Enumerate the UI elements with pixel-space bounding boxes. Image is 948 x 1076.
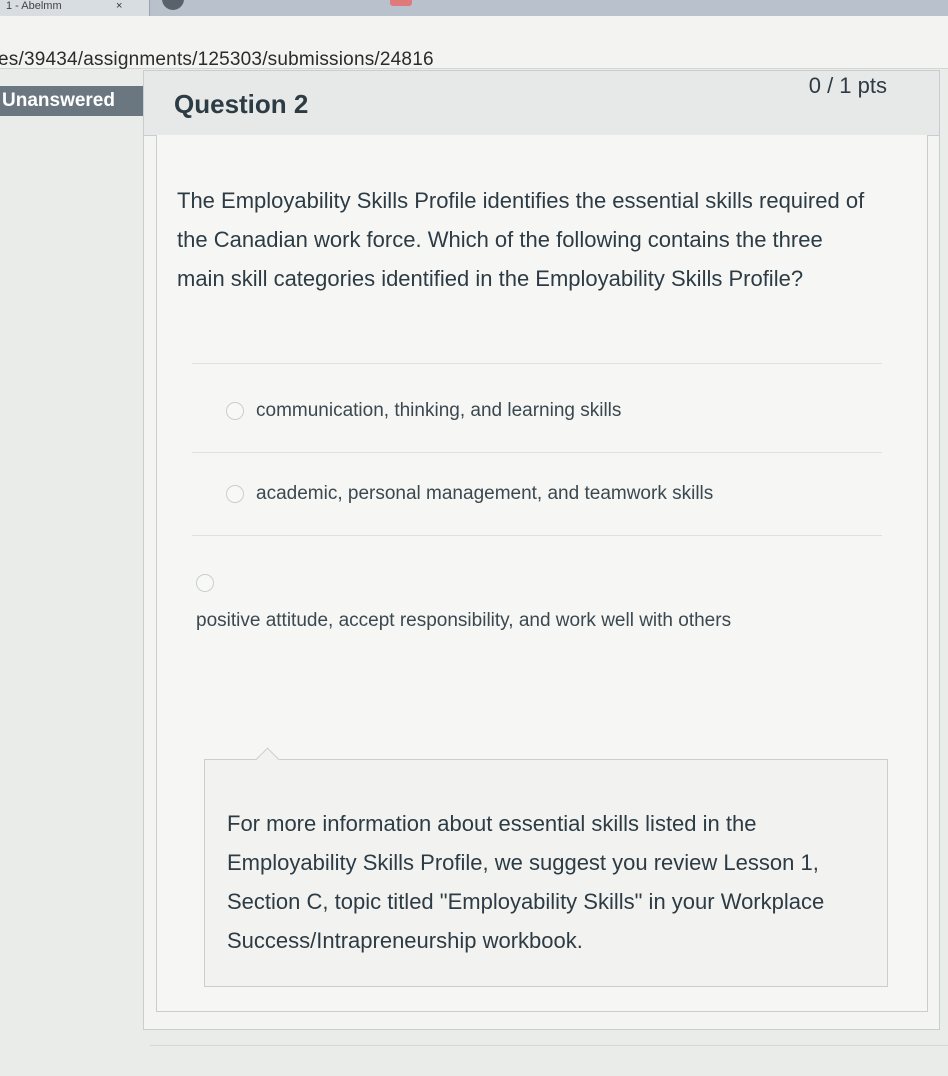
radio-button[interactable] xyxy=(196,574,214,592)
browser-tab[interactable]: 1 - Abelmm × xyxy=(0,0,150,16)
url-text[interactable]: es/39434/assignments/125303/submissions/… xyxy=(0,49,434,71)
answer-list: communication, thinking, and learning sk… xyxy=(192,363,882,640)
answer-option-1[interactable]: communication, thinking, and learning sk… xyxy=(192,364,882,452)
question-text: The Employability Skills Profile identif… xyxy=(177,188,865,291)
tab-close-icon[interactable]: × xyxy=(116,0,122,12)
question-points: 0 / 1 pts xyxy=(808,73,887,98)
browser-tab-strip: 1 - Abelmm × xyxy=(0,0,948,16)
feedback-pointer xyxy=(255,747,280,772)
browser-extension-icon[interactable] xyxy=(390,0,412,6)
answer-option-3[interactable]: positive attitude, accept responsibility… xyxy=(192,536,882,640)
feedback-text: For more information about essential ski… xyxy=(227,811,825,953)
question-card: Question 2 0 / 1 pts The Employability S… xyxy=(143,70,940,1030)
radio-button[interactable] xyxy=(226,485,244,503)
answer-label: communication, thinking, and learning sk… xyxy=(256,400,622,421)
feedback-box: For more information about essential ski… xyxy=(204,747,888,987)
address-bar[interactable]: es/39434/assignments/125303/submissions/… xyxy=(0,16,948,71)
page-divider xyxy=(150,1045,948,1046)
answer-label: academic, personal management, and teamw… xyxy=(256,483,714,504)
status-badge: Unanswered xyxy=(0,86,162,116)
question-header: Question 2 0 / 1 pts xyxy=(144,71,939,136)
radio-button[interactable] xyxy=(226,402,244,420)
answer-option-2[interactable]: academic, personal management, and teamw… xyxy=(192,453,882,535)
question-title: Question 2 xyxy=(174,89,309,119)
browser-tab-title: 1 - Abelmm xyxy=(6,0,62,12)
quiz-page: 1 - Abelmm × es/39434/assignments/125303… xyxy=(0,0,948,1076)
question-body: The Employability Skills Profile identif… xyxy=(156,135,928,1012)
browser-profile-icon[interactable] xyxy=(162,0,184,10)
answer-label: positive attitude, accept responsibility… xyxy=(196,610,732,631)
